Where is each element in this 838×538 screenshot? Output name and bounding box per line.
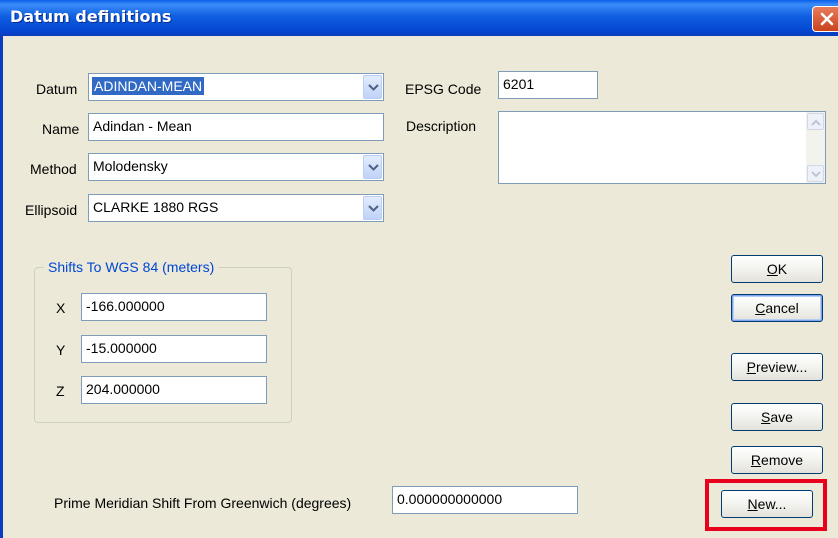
method-value: Molodensky bbox=[93, 158, 168, 174]
z-label: Z bbox=[56, 383, 65, 399]
datum-definitions-dialog: Datum definitions Datum ADINDAN-MEAN Nam… bbox=[0, 0, 838, 538]
preview-label-rest: review... bbox=[755, 359, 808, 375]
cancel-label-rest: ancel bbox=[765, 300, 799, 316]
description-textarea[interactable] bbox=[498, 111, 826, 184]
y-label: Y bbox=[56, 342, 66, 358]
remove-button[interactable]: Remove bbox=[731, 446, 823, 474]
arrow-down-icon bbox=[811, 171, 821, 178]
method-dropdown-button[interactable] bbox=[363, 155, 382, 179]
description-scrollbar[interactable] bbox=[806, 112, 825, 183]
save-mnemonic: S bbox=[761, 409, 771, 425]
cancel-mnemonic: C bbox=[755, 300, 766, 316]
scroll-down-button[interactable] bbox=[807, 165, 824, 182]
datum-label: Datum bbox=[36, 81, 78, 97]
name-input[interactable]: Adindan - Mean bbox=[88, 113, 384, 141]
x-label: X bbox=[56, 300, 66, 316]
datum-select[interactable]: ADINDAN-MEAN bbox=[88, 73, 384, 101]
datum-dropdown-button[interactable] bbox=[363, 75, 382, 99]
arrow-up-icon bbox=[811, 119, 821, 126]
remove-mnemonic: R bbox=[750, 452, 762, 468]
ok-mnemonic: O bbox=[766, 261, 778, 277]
window-title: Datum definitions bbox=[10, 7, 172, 26]
z-shift-input[interactable]: 204.000000 bbox=[81, 376, 267, 404]
cancel-button[interactable]: Cancel bbox=[731, 294, 823, 322]
ellipsoid-label: Ellipsoid bbox=[25, 202, 78, 218]
prime-meridian-input[interactable]: 0.000000000000 bbox=[392, 486, 578, 514]
ellipsoid-select[interactable]: CLARKE 1880 RGS bbox=[88, 194, 384, 222]
ok-button[interactable]: OK bbox=[731, 255, 823, 283]
x-shift-input[interactable]: -166.000000 bbox=[81, 293, 267, 321]
preview-mnemonic: P bbox=[746, 359, 756, 375]
epsg-code-label: EPSG Code bbox=[405, 81, 482, 97]
shifts-group-title: Shifts To WGS 84 (meters) bbox=[44, 258, 219, 276]
epsg-code-input[interactable]: 6201 bbox=[498, 71, 598, 99]
method-label: Method bbox=[30, 161, 77, 177]
name-label: Name bbox=[42, 121, 80, 137]
datum-value: ADINDAN-MEAN bbox=[92, 77, 205, 95]
new-button-highlight bbox=[705, 479, 827, 531]
scroll-up-button[interactable] bbox=[807, 113, 824, 130]
preview-button[interactable]: Preview... bbox=[731, 353, 823, 381]
close-button[interactable] bbox=[812, 6, 838, 32]
chevron-down-icon bbox=[368, 164, 379, 171]
window-frame-left bbox=[0, 36, 3, 538]
chevron-down-icon bbox=[368, 205, 379, 212]
method-select[interactable]: Molodensky bbox=[88, 153, 384, 181]
y-shift-input[interactable]: -15.000000 bbox=[81, 335, 267, 363]
description-label: Description bbox=[406, 118, 477, 134]
ellipsoid-dropdown-button[interactable] bbox=[363, 196, 382, 220]
ok-label-rest: K bbox=[777, 261, 788, 277]
title-bar[interactable]: Datum definitions bbox=[0, 0, 838, 36]
chevron-down-icon bbox=[368, 84, 379, 91]
save-label-rest: ave bbox=[770, 409, 793, 425]
remove-label-rest: emove bbox=[761, 452, 804, 468]
save-button[interactable]: Save bbox=[731, 403, 823, 431]
ellipsoid-value: CLARKE 1880 RGS bbox=[93, 199, 219, 215]
prime-meridian-label: Prime Meridian Shift From Greenwich (deg… bbox=[54, 495, 352, 511]
close-icon bbox=[820, 12, 834, 26]
